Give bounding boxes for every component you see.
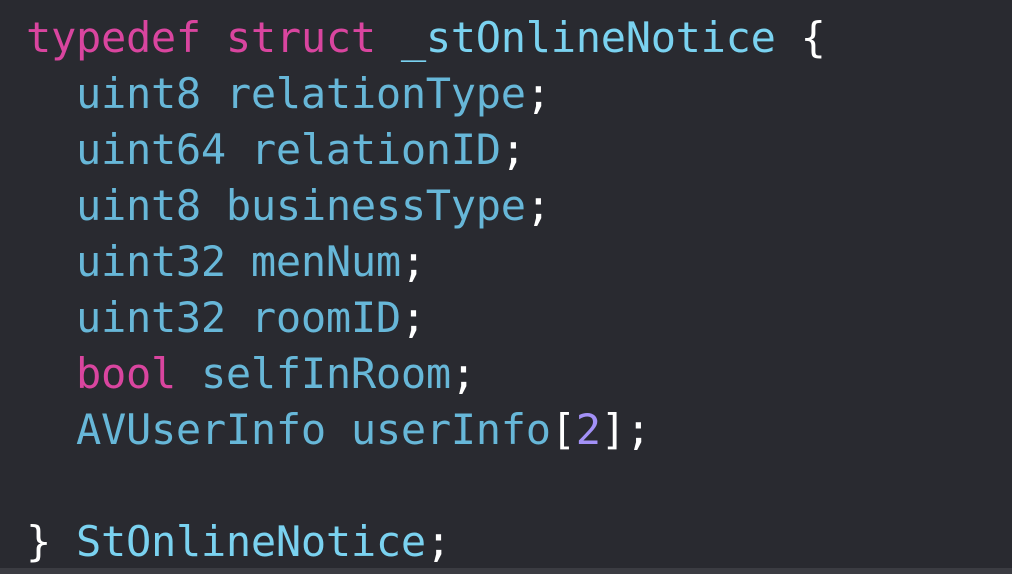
open-bracket: [ (550, 405, 576, 454)
field-name: userInfo (350, 405, 551, 454)
field-type: uint32 (75, 237, 226, 286)
code-line-5: uint32 menNum; (26, 234, 826, 290)
code-line-1: typedef struct _stOnlineNotice { (26, 10, 826, 66)
semicolon: ; (425, 517, 451, 566)
code-line-4: uint8 businessType; (26, 178, 826, 234)
semicolon: ; (450, 349, 476, 398)
typedef-alias: StOnlineNotice (76, 517, 426, 566)
semicolon: ; (400, 293, 426, 342)
bottom-divider (0, 568, 1012, 574)
close-bracket: ] (600, 405, 626, 454)
semicolon: ; (525, 181, 551, 230)
keyword-typedef: typedef (26, 13, 201, 62)
field-name: selfInRoom (200, 349, 451, 398)
code-line-6: uint32 roomID; (26, 290, 826, 346)
field-type: uint8 (75, 69, 201, 118)
semicolon: ; (525, 69, 551, 118)
code-line-8: AVUserInfo userInfo[2]; (26, 402, 826, 458)
array-size: 2 (575, 405, 601, 454)
keyword-struct: struct (225, 13, 376, 62)
field-name: relationID (250, 125, 501, 174)
field-name: roomID (250, 293, 401, 342)
field-name: businessType (225, 181, 526, 230)
code-line-10: } StOnlineNotice; (26, 514, 826, 570)
semicolon: ; (625, 405, 651, 454)
field-type: AVUserInfo (75, 405, 326, 454)
code-editor: typedef struct _stOnlineNotice { uint8 r… (0, 0, 1012, 568)
semicolon: ; (500, 125, 526, 174)
code-line-9-blank (26, 458, 826, 514)
semicolon: ; (400, 237, 426, 286)
code-line-7: bool selfInRoom; (26, 346, 826, 402)
code-block: typedef struct _stOnlineNotice { uint8 r… (26, 10, 826, 570)
field-type: uint32 (75, 293, 226, 342)
struct-tag: _stOnlineNotice (400, 13, 776, 62)
field-type: uint64 (75, 125, 226, 174)
code-line-2: uint8 relationType; (26, 66, 826, 122)
open-brace: { (800, 13, 826, 62)
keyword-bool: bool (75, 349, 176, 398)
close-brace: } (26, 517, 51, 566)
code-line-3: uint64 relationID; (26, 122, 826, 178)
field-name: relationType (225, 69, 526, 118)
field-name: menNum (250, 237, 401, 286)
field-type: uint8 (75, 181, 201, 230)
